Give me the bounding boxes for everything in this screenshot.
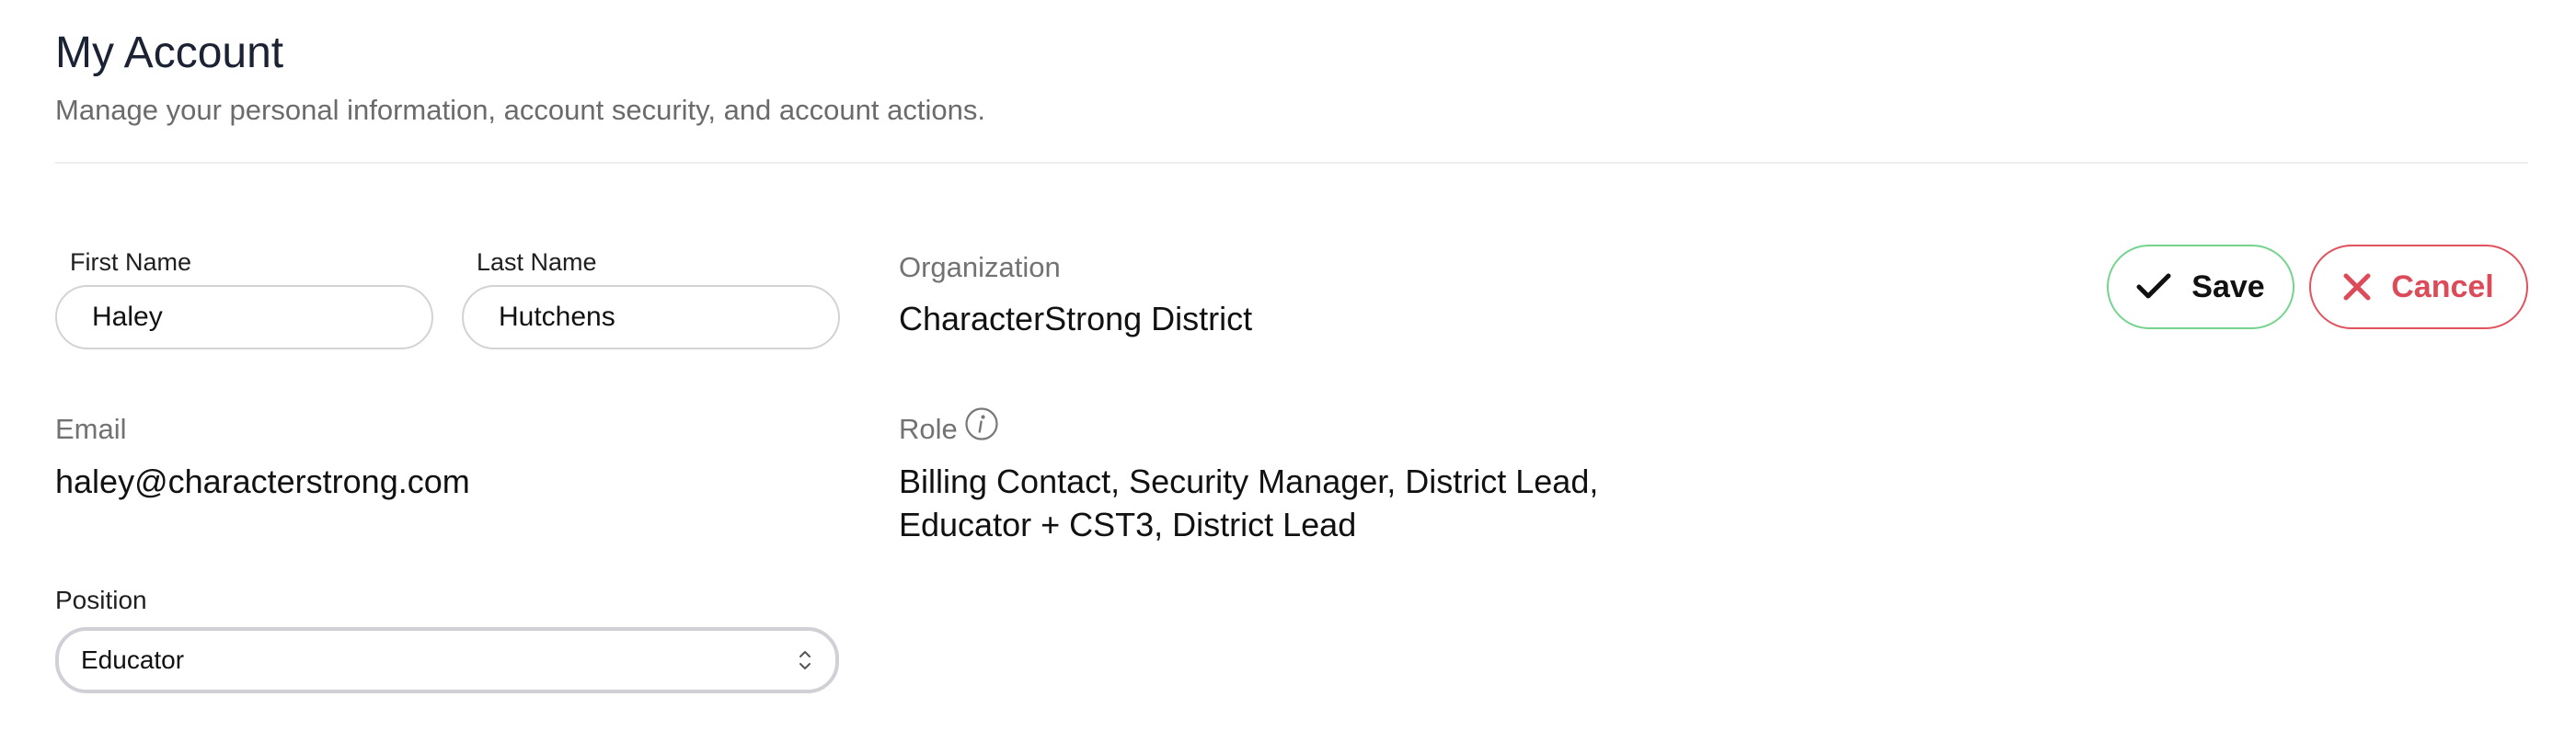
header-divider: [55, 162, 2528, 164]
position-select-value: Educator: [81, 645, 185, 674]
chevron-up-down-icon: [797, 646, 813, 674]
cancel-button-label: Cancel: [2391, 268, 2494, 304]
organization-value: CharacterStrong District: [899, 300, 1253, 337]
last-name-label: Last Name: [477, 248, 597, 276]
account-page: My Account Manage your personal informat…: [0, 0, 2576, 754]
first-name-input[interactable]: [55, 285, 433, 349]
role-label-group: Role: [899, 407, 998, 449]
close-icon: [2343, 273, 2371, 301]
last-name-input[interactable]: [462, 285, 840, 349]
email-value: haley@characterstrong.com: [55, 463, 470, 500]
save-button-label: Save: [2191, 268, 2265, 304]
info-icon[interactable]: [965, 407, 998, 440]
position-label: Position: [55, 586, 147, 614]
checkmark-icon: [2136, 273, 2171, 299]
page-title: My Account: [55, 29, 284, 77]
email-label: Email: [55, 413, 127, 445]
page-subtitle: Manage your personal information, accoun…: [55, 94, 985, 126]
first-name-label: First Name: [70, 248, 192, 276]
role-value: Billing Contact, Security Manager, Distr…: [899, 460, 1727, 546]
role-value-line-1: Billing Contact, Security Manager, Distr…: [899, 463, 1599, 500]
save-button[interactable]: Save: [2107, 245, 2294, 329]
role-value-line-2: Educator + CST3, District Lead: [899, 506, 1357, 543]
role-label: Role: [899, 413, 958, 445]
position-select[interactable]: Educator: [55, 627, 839, 693]
cancel-button[interactable]: Cancel: [2309, 245, 2528, 329]
organization-label: Organization: [899, 251, 1061, 283]
